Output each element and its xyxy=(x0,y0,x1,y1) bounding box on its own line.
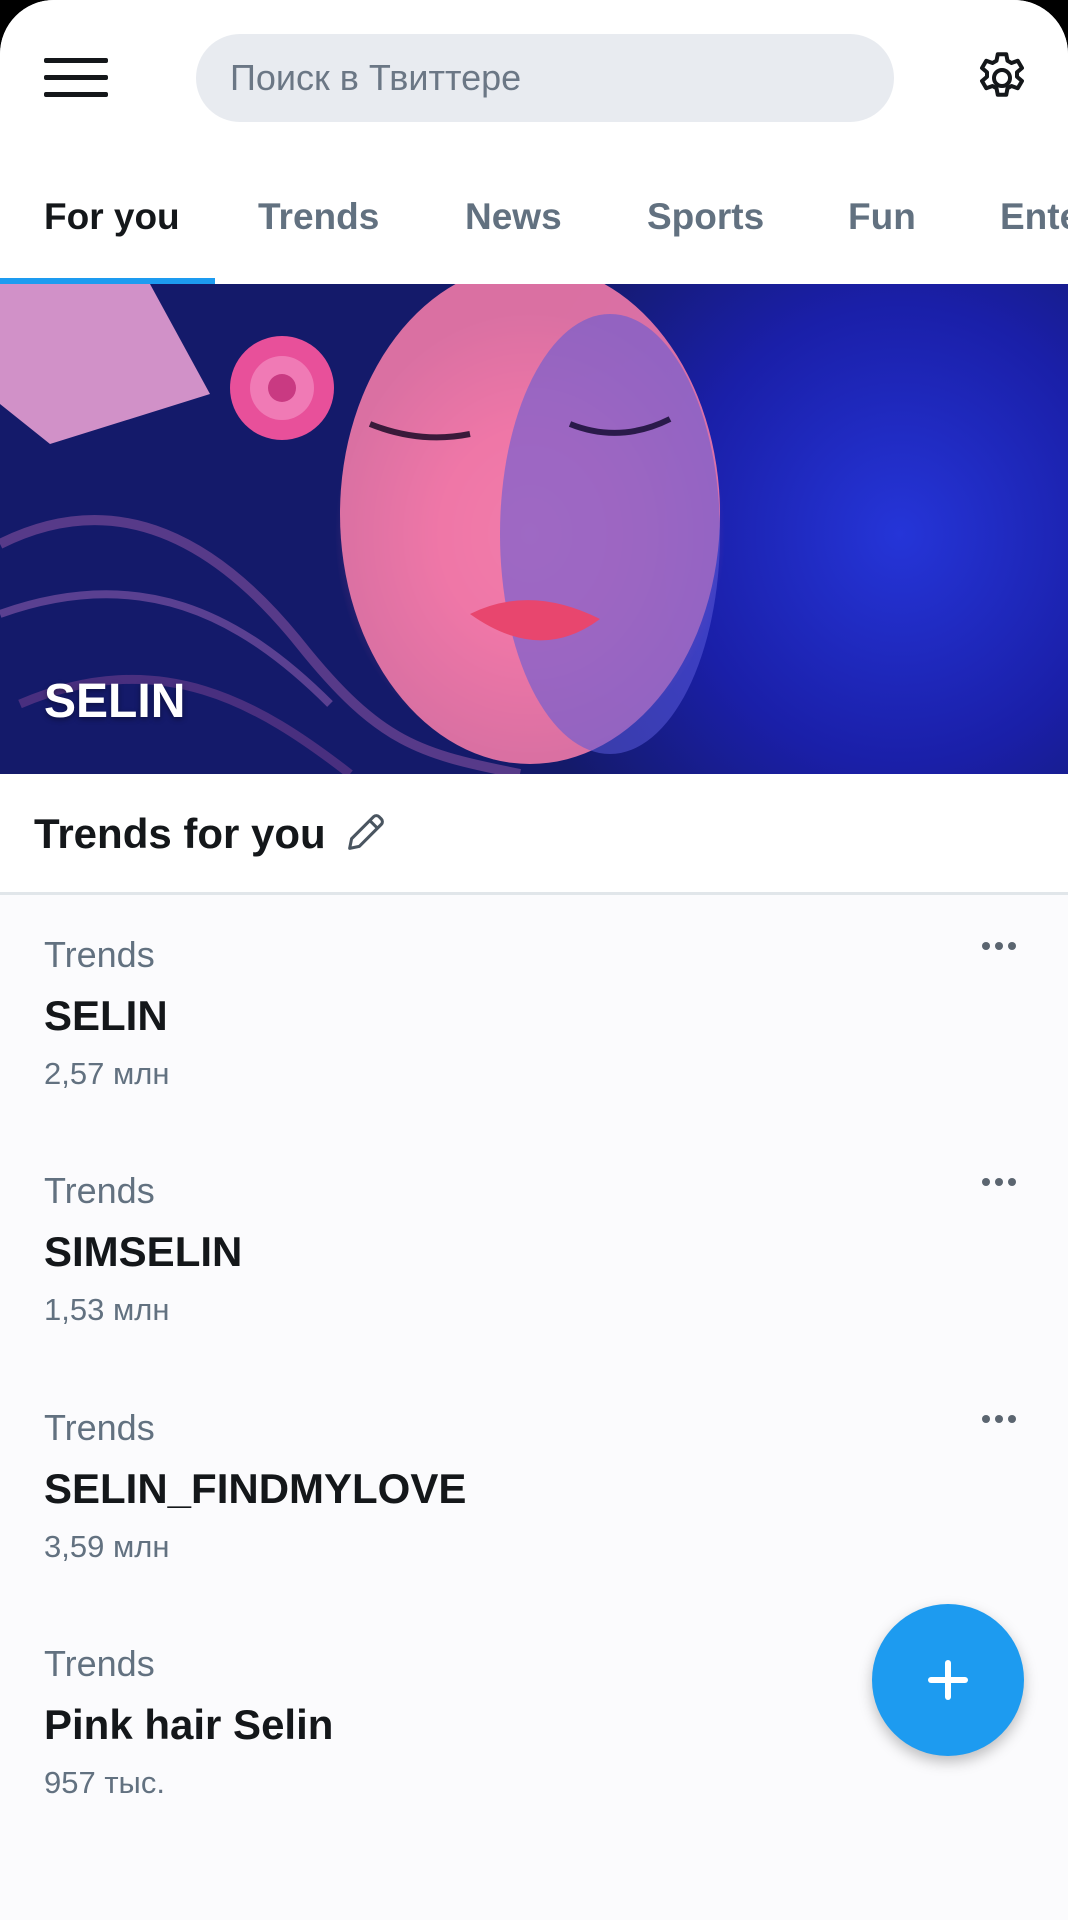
search-input[interactable]: Поиск в Твиттере xyxy=(196,34,894,122)
tab-entertainment[interactable]: Ente xyxy=(1000,196,1068,238)
more-dots-icon[interactable] xyxy=(982,1178,1018,1192)
trends-header: Trends for you xyxy=(0,774,1068,895)
trend-item[interactable]: Trends SIMSELIN 1,53 млн xyxy=(0,1170,1068,1406)
trend-category: Trends xyxy=(44,1407,155,1448)
trends-section-title: Trends for you xyxy=(34,810,326,857)
tab-for-you[interactable]: For you xyxy=(44,196,180,238)
top-bar: Поиск в Твиттере xyxy=(0,0,1068,150)
tab-fun[interactable]: Fun xyxy=(848,196,916,238)
trend-name: Pink hair Selin xyxy=(44,1701,334,1748)
hero-title: SELIN xyxy=(44,675,186,728)
trend-count: 1,53 млн xyxy=(44,1292,170,1327)
app-screen: Поиск в Твиттере For you Trends News Spo… xyxy=(0,0,1068,1920)
compose-button[interactable] xyxy=(872,1604,1024,1756)
menu-icon[interactable] xyxy=(44,58,108,98)
trend-name: SELIN xyxy=(44,992,168,1039)
hero-banner[interactable]: SELIN xyxy=(0,284,1068,774)
trend-name: SELIN_FINDMYLOVE xyxy=(44,1465,467,1512)
edit-pencil-icon[interactable] xyxy=(342,810,388,856)
more-dots-icon[interactable] xyxy=(982,1415,1018,1429)
tab-news[interactable]: News xyxy=(465,196,562,238)
trend-name: SIMSELIN xyxy=(44,1228,243,1275)
trend-count: 2,57 млн xyxy=(44,1056,170,1091)
tab-trends[interactable]: Trends xyxy=(258,196,379,238)
search-placeholder: Поиск в Твиттере xyxy=(230,57,522,98)
more-dots-icon[interactable] xyxy=(982,942,1018,956)
tab-sports[interactable]: Sports xyxy=(647,196,764,238)
trend-category: Trends xyxy=(44,934,155,975)
trend-category: Trends xyxy=(44,1643,155,1684)
trend-count: 957 тыс. xyxy=(44,1765,165,1800)
trend-category: Trends xyxy=(44,1170,155,1211)
category-tabs: For you Trends News Sports Fun Ente xyxy=(0,150,1068,284)
trend-count: 3,59 млн xyxy=(44,1529,170,1564)
trend-item[interactable]: Trends SELIN 2,57 млн xyxy=(0,934,1068,1170)
trend-item[interactable]: Trends SELIN_FINDMYLOVE 3,59 млн xyxy=(0,1407,1068,1643)
settings-gear-icon[interactable] xyxy=(972,48,1032,108)
